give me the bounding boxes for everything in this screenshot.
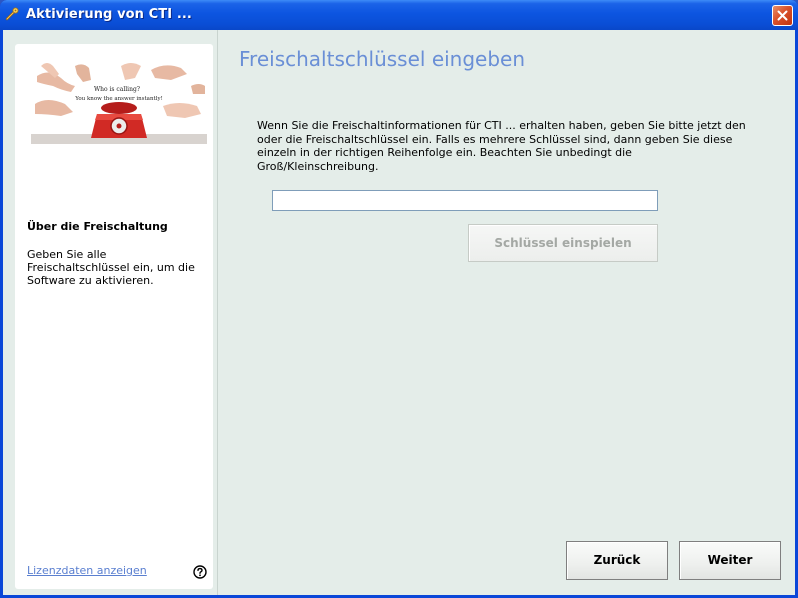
question-circle-icon[interactable] [193,564,207,579]
sidebar-heading: Über die Freischaltung [27,220,168,233]
activation-key-input[interactable] [272,190,658,211]
hero-caption-1: Who is calling? [94,86,140,93]
key-wand-icon [4,6,20,22]
sidebar-description: Geben Sie alle Freischaltschlüssel ein, … [27,248,195,287]
title-bar[interactable]: Aktivierung von CTI ... [0,0,798,30]
license-data-link[interactable]: Lizenzdaten anzeigen [27,564,147,577]
main-panel: Freischaltschlüssel eingeben Wenn Sie di… [218,30,795,595]
intro-text: Wenn Sie die Freischaltinformationen für… [257,119,746,173]
next-button[interactable]: Weiter [679,541,781,580]
dialog-window: Aktivierung von CTI ... Who is calling? … [0,0,798,598]
apply-key-button[interactable]: Schlüssel einspielen [468,224,658,262]
sidebar-panel: Who is calling? You know the answer inst… [15,44,213,589]
page-title: Freischaltschlüssel eingeben [239,47,526,71]
close-button[interactable] [772,5,793,26]
window-title: Aktivierung von CTI ... [26,7,192,22]
close-icon [777,10,788,21]
dialog-client-area: Who is calling? You know the answer inst… [3,30,795,595]
hero-caption-2: You know the answer instantly! [74,96,163,102]
sidebar: Who is calling? You know the answer inst… [3,30,218,595]
back-button[interactable]: Zurück [566,541,668,580]
hero-image: Who is calling? You know the answer inst… [31,56,207,144]
